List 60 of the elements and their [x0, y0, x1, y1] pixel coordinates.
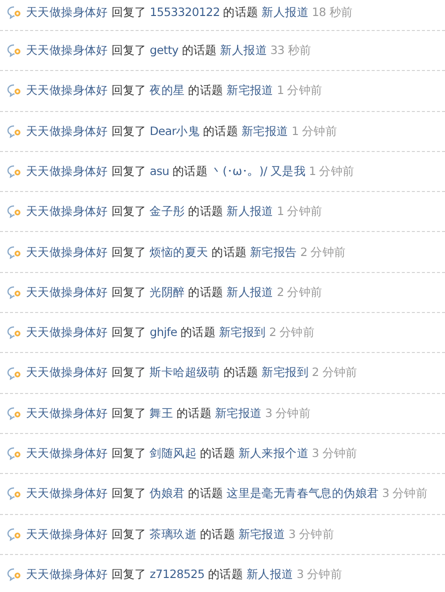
- link[interactable]: 这里是毫无青春气息的伪娘君: [226, 486, 379, 500]
- link[interactable]: 天天做操身体好: [26, 83, 108, 98]
- activity-text: 天天做操身体好 回复了 烦恼的夏天 的话题 新宅报告 2 分钟前: [26, 244, 346, 260]
- link[interactable]: 天天做操身体好: [26, 526, 108, 541]
- link[interactable]: 天天做操身体好: [26, 4, 108, 19]
- link[interactable]: 新宅报到: [262, 365, 309, 380]
- link[interactable]: 天天做操身体好: [26, 43, 108, 58]
- link[interactable]: 新宅报道: [241, 124, 288, 138]
- activity-text: 天天做操身体好 回复了 舞王 的话题 新宅报道 3 分钟前: [26, 404, 311, 422]
- activity-text: 天天做操身体好 回复了 茶璃玖逝 的话题 新宅报道 3 分钟前: [26, 526, 334, 543]
- link[interactable]: 天天做操身体好: [26, 164, 108, 178]
- link[interactable]: 光阴醉: [150, 284, 185, 299]
- link[interactable]: 天天做操身体好: [26, 566, 108, 581]
- link[interactable]: getty: [150, 43, 178, 58]
- link[interactable]: 新人报道: [246, 566, 294, 581]
- link[interactable]: 舞王: [150, 406, 174, 420]
- activity-text: 天天做操身体好 回复了 getty 的话题 新人报道 33 秒前: [26, 42, 312, 60]
- link[interactable]: 剑随风起: [150, 446, 197, 460]
- link[interactable]: 丶(･ω･。)/ 又是我: [210, 164, 306, 178]
- link[interactable]: z7128525: [150, 566, 205, 581]
- link[interactable]: 新宅报到: [218, 325, 266, 340]
- link[interactable]: 伪娘君: [150, 486, 185, 500]
- link[interactable]: 新宅报道: [238, 526, 286, 541]
- link[interactable]: Dear小鬼: [150, 124, 200, 138]
- activity-text: 天天做操身体好 回复了 金子彤 的话题 新人报道 1 分钟前: [26, 203, 322, 220]
- link[interactable]: 新人报道: [226, 284, 274, 299]
- activity-text: 天天做操身体好 回复了 光阴醉 的话题 新人报道 2 分钟前: [26, 284, 322, 301]
- link[interactable]: 天天做操身体好: [26, 284, 108, 299]
- activity-text: 天天做操身体好 回复了 Dear小鬼 的话题 新宅报道 1 分钟前: [26, 122, 338, 140]
- link[interactable]: 茶璃玖逝: [150, 526, 197, 541]
- activity-text: 天天做操身体好 回复了 夜的星 的话题 新宅报道 1 分钟前: [26, 82, 322, 100]
- link[interactable]: 新人报道: [262, 4, 309, 19]
- link[interactable]: 斯卡哈超级萌: [150, 365, 220, 380]
- link[interactable]: 新人报道: [220, 43, 268, 58]
- link[interactable]: 1553320122: [150, 4, 220, 19]
- link[interactable]: 天天做操身体好: [26, 446, 108, 460]
- link[interactable]: 天天做操身体好: [26, 124, 108, 138]
- activity-text: 天天做操身体好 回复了 asu 的话题 丶(･ω･。)/ 又是我 1 分钟前: [26, 162, 354, 180]
- activity-text: 天天做操身体好 回复了 伪娘君 的话题 这里是毫无青春气息的伪娘君 3 分钟前: [26, 485, 428, 502]
- activity-text: 天天做操身体好 回复了 ghjfe 的话题 新宅报到 2 分钟前: [26, 324, 315, 342]
- link[interactable]: asu: [150, 164, 170, 178]
- link[interactable]: ghjfe: [150, 325, 178, 340]
- link[interactable]: 天天做操身体好: [26, 486, 108, 500]
- link[interactable]: 新人报道: [226, 204, 274, 218]
- link[interactable]: 新宅报道: [226, 83, 274, 98]
- link[interactable]: 天天做操身体好: [26, 365, 108, 380]
- link[interactable]: 天天做操身体好: [26, 406, 108, 420]
- activity-text: 天天做操身体好 回复了 z7128525 的话题 新人报道 3 分钟前: [26, 566, 342, 583]
- link[interactable]: 新人来报个道: [238, 446, 309, 460]
- activity-text: 天天做操身体好 回复了 斯卡哈超级萌 的话题 新宅报到 2 分钟前: [26, 364, 358, 382]
- link[interactable]: 烦恼的夏天: [150, 244, 208, 258]
- link[interactable]: 新宅报道: [214, 406, 262, 420]
- link[interactable]: 天天做操身体好: [26, 204, 108, 218]
- link[interactable]: 夜的星: [150, 83, 185, 98]
- link[interactable]: 新宅报告: [250, 244, 297, 258]
- activity-text: 天天做操身体好 回复了 剑随风起 的话题 新人来报个道 3 分钟前: [26, 444, 358, 462]
- activity-text: 天天做操身体好 回复了 1553320122 的话题 新人报道 18 秒前: [26, 4, 353, 21]
- link[interactable]: 金子彤: [150, 204, 185, 218]
- link[interactable]: 天天做操身体好: [26, 244, 108, 258]
- link[interactable]: 天天做操身体好: [26, 325, 108, 340]
